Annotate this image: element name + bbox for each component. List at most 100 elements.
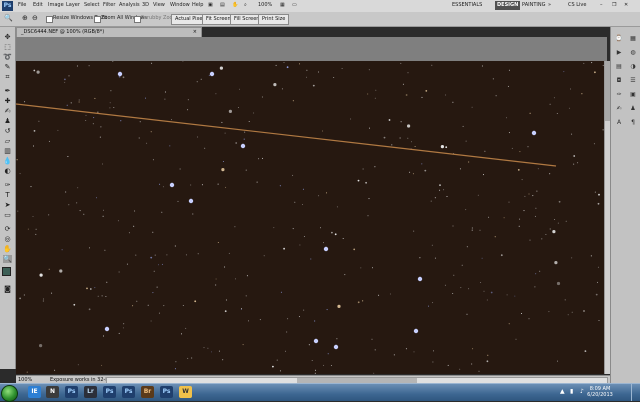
cs-live-button[interactable]: CS Live bbox=[568, 1, 586, 10]
lasso-tool-icon[interactable]: ➰ bbox=[3, 53, 12, 61]
star bbox=[389, 293, 391, 295]
channels-panel-icon[interactable]: ☰ bbox=[628, 77, 638, 85]
history-panel-icon[interactable]: ⌚ bbox=[614, 35, 624, 43]
taskbar-app-photoshop-2-icon[interactable]: Ps bbox=[103, 386, 116, 398]
mini-bridge-icon[interactable]: ▤ bbox=[220, 1, 225, 10]
menu-select[interactable]: Select bbox=[84, 2, 99, 8]
workspace-essentials[interactable]: ESSENTIALS bbox=[450, 1, 484, 10]
zoom-all-windows-checkbox[interactable] bbox=[94, 16, 101, 23]
star bbox=[468, 288, 470, 290]
start-button-icon[interactable] bbox=[1, 385, 18, 402]
move-tool-icon[interactable]: ✥ bbox=[3, 33, 12, 41]
3d-rotate-tool-icon[interactable]: ⟳ bbox=[3, 225, 12, 233]
workspace-design[interactable]: DESIGN bbox=[495, 1, 521, 10]
menu-view[interactable]: View bbox=[153, 2, 165, 8]
character-panel-icon[interactable]: A bbox=[614, 119, 624, 127]
swatches-panel-icon[interactable]: ▤ bbox=[614, 63, 624, 71]
menu-3d[interactable]: 3D bbox=[142, 2, 149, 8]
star bbox=[128, 232, 130, 234]
document-tab-close-icon[interactable]: × bbox=[193, 28, 197, 37]
brush-tool-icon[interactable]: ✍ bbox=[3, 107, 12, 115]
menu-image[interactable]: Image bbox=[48, 2, 64, 8]
healing-brush-tool-icon[interactable]: ✚ bbox=[3, 97, 12, 105]
menu-window[interactable]: Window bbox=[170, 2, 190, 8]
hand-tool-icon[interactable]: ✋ bbox=[3, 245, 12, 253]
menu-help[interactable]: Help bbox=[192, 2, 203, 8]
zoom-tool-preset-icon[interactable]: 🔍 bbox=[4, 14, 13, 22]
quick-selection-tool-icon[interactable]: ✎ bbox=[3, 63, 12, 71]
path-selection-tool-icon[interactable]: ➤ bbox=[3, 201, 12, 209]
paragraph-panel-icon[interactable]: ¶ bbox=[628, 119, 638, 127]
paths-panel-icon[interactable]: ✑ bbox=[614, 91, 624, 99]
taskbar-app-lightroom-icon[interactable]: Lr bbox=[84, 386, 97, 398]
blur-tool-icon[interactable]: 💧 bbox=[3, 157, 12, 165]
3d-orbit-tool-icon[interactable]: ◎ bbox=[3, 235, 12, 243]
star bbox=[421, 96, 423, 98]
screen-mode-icon[interactable]: ▭ bbox=[292, 1, 297, 10]
pen-tool-icon[interactable]: ✑ bbox=[3, 181, 12, 189]
menu-file[interactable]: File bbox=[18, 2, 26, 8]
zoom-level-dropdown[interactable]: 100% bbox=[258, 1, 272, 10]
image-canvas[interactable] bbox=[16, 61, 604, 374]
type-tool-icon[interactable]: T bbox=[3, 191, 12, 199]
history-brush-tool-icon[interactable]: ↺ bbox=[3, 127, 12, 135]
eyedropper-tool-icon[interactable]: ✒ bbox=[3, 87, 12, 95]
hand-icon[interactable]: ✋ bbox=[232, 1, 238, 10]
styles-panel-icon[interactable]: ▣ bbox=[628, 91, 638, 99]
color-panel-icon[interactable]: ◍ bbox=[628, 49, 638, 57]
print-size-button[interactable]: Print Size bbox=[258, 14, 290, 25]
crop-tool-icon[interactable]: ⌗ bbox=[3, 73, 12, 81]
more-workspaces-button[interactable]: » bbox=[548, 1, 551, 10]
star bbox=[272, 365, 274, 368]
star bbox=[322, 130, 324, 132]
brush-panel-icon[interactable]: ✍ bbox=[614, 105, 624, 113]
star bbox=[222, 359, 224, 361]
foreground-color-swatch[interactable] bbox=[2, 267, 11, 276]
menu-filter[interactable]: Filter bbox=[103, 2, 115, 8]
star bbox=[421, 163, 423, 165]
quick-mask-icon[interactable]: ◙ bbox=[3, 285, 12, 293]
dodge-tool-icon[interactable]: ◐ bbox=[3, 167, 12, 175]
menu-layer[interactable]: Layer bbox=[66, 2, 80, 8]
star bbox=[163, 305, 165, 307]
clone-source-panel-icon[interactable]: ♟ bbox=[628, 105, 638, 113]
taskbar-app-nikon-icon[interactable]: N bbox=[46, 386, 59, 398]
actions-panel-icon[interactable]: ▶ bbox=[614, 49, 624, 57]
star bbox=[275, 64, 277, 66]
layers-panel-icon[interactable]: ▦ bbox=[628, 35, 638, 43]
menu-analysis[interactable]: Analysis bbox=[119, 2, 140, 8]
scrubby-zoom-checkbox[interactable] bbox=[134, 16, 141, 23]
bridge-icon[interactable]: ▣ bbox=[208, 1, 213, 10]
gradient-tool-icon[interactable]: ▥ bbox=[3, 147, 12, 155]
menu-edit[interactable]: Edit bbox=[33, 2, 43, 8]
tray-network-icon[interactable]: ▮ bbox=[570, 388, 573, 395]
system-clock[interactable]: 8:09 AM 6/20/2013 bbox=[580, 386, 620, 398]
zoom-tool-icon[interactable]: 🔍 bbox=[3, 255, 12, 263]
shape-tool-icon[interactable]: ▭ bbox=[3, 211, 12, 219]
eraser-tool-icon[interactable]: ▱ bbox=[3, 137, 12, 145]
marquee-tool-icon[interactable]: ⬚ bbox=[3, 43, 12, 51]
minimize-icon[interactable]: – bbox=[600, 1, 603, 10]
arrange-documents-icon[interactable]: ▦ bbox=[280, 1, 285, 10]
masks-panel-icon[interactable]: ◘ bbox=[614, 77, 624, 85]
taskbar-app-ie-icon[interactable]: IE bbox=[28, 386, 41, 398]
show-desktop-button[interactable] bbox=[631, 384, 640, 401]
taskbar-app-explorer-icon[interactable]: W bbox=[179, 386, 192, 398]
zoom-tool-icon[interactable]: ⌕ bbox=[244, 1, 247, 10]
star bbox=[64, 81, 66, 83]
workspace-painting[interactable]: PAINTING bbox=[520, 1, 547, 10]
zoom-out-icon[interactable]: ⊖ bbox=[32, 14, 38, 22]
taskbar-app-photoshop-3-icon[interactable]: Ps bbox=[122, 386, 135, 398]
taskbar-app-photoshop-icon[interactable]: Ps bbox=[65, 386, 78, 398]
restore-icon[interactable]: ❐ bbox=[612, 1, 616, 10]
resize-windows-checkbox[interactable] bbox=[46, 16, 53, 23]
star bbox=[536, 190, 538, 192]
adjustments-panel-icon[interactable]: ◑ bbox=[628, 63, 638, 71]
star bbox=[508, 323, 510, 325]
tray-arrow-icon[interactable]: ▲ bbox=[560, 388, 565, 395]
taskbar-app-bridge-icon[interactable]: Br bbox=[141, 386, 154, 398]
close-icon[interactable]: ✕ bbox=[624, 1, 628, 10]
taskbar-app-photoshop-4-icon[interactable]: Ps bbox=[160, 386, 173, 398]
clone-stamp-tool-icon[interactable]: ♟ bbox=[3, 117, 12, 125]
zoom-in-icon[interactable]: ⊕ bbox=[22, 14, 28, 22]
